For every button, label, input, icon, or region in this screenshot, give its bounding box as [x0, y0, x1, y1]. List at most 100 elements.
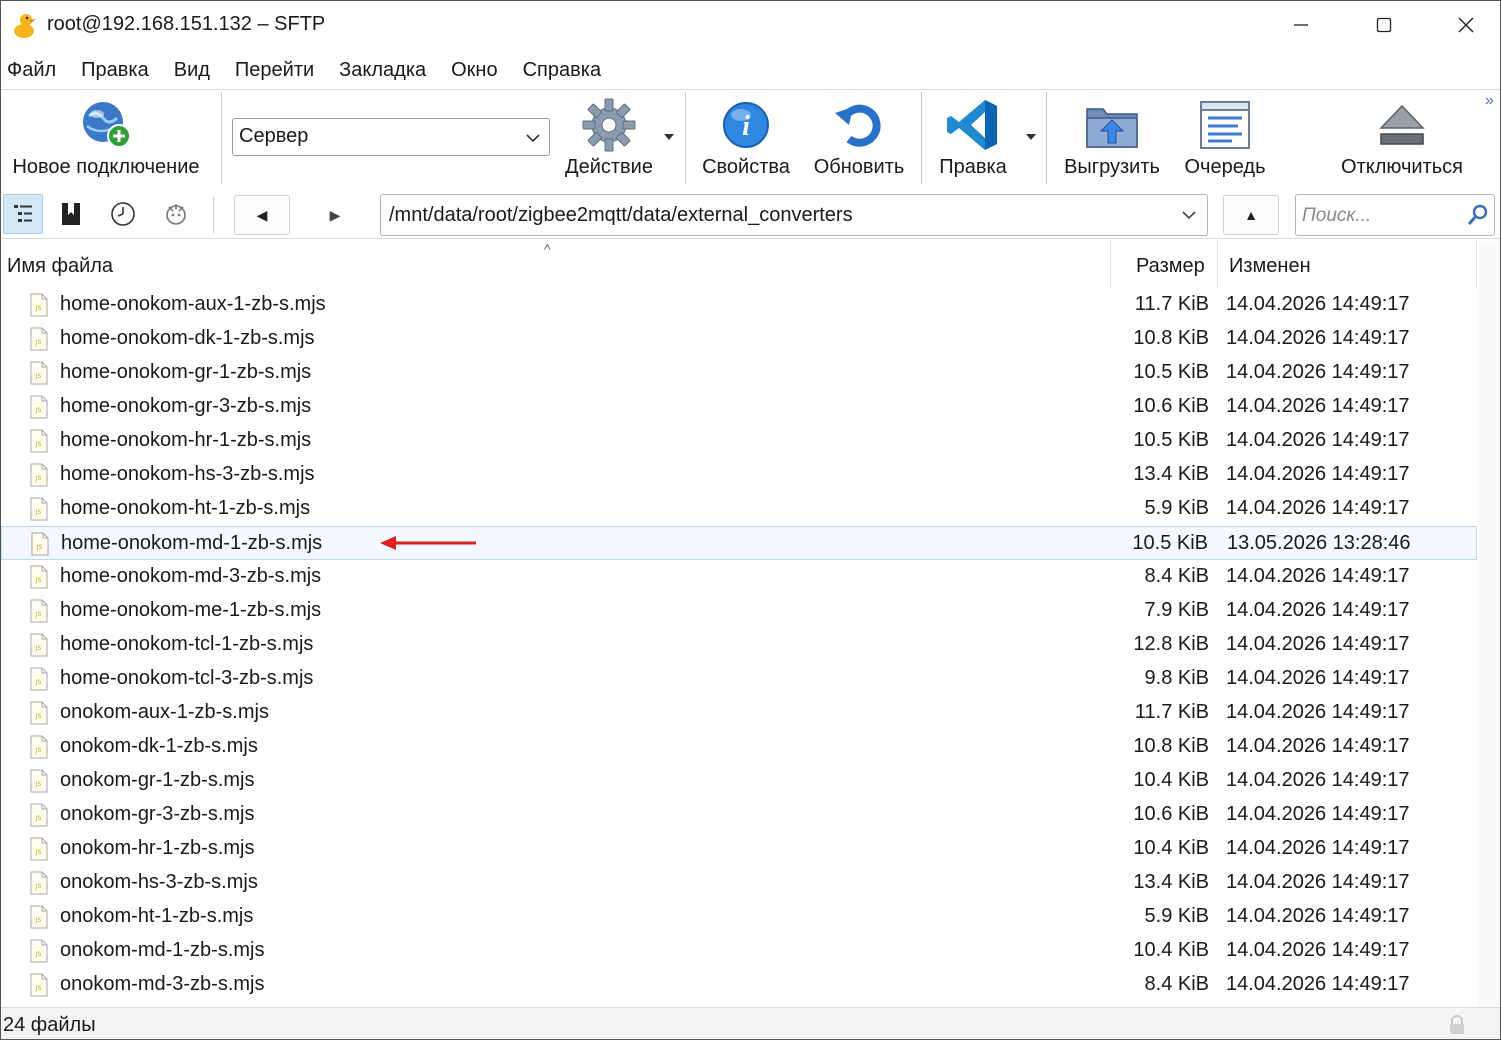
column-header-name[interactable]: Имя файла — [7, 255, 113, 278]
file-size: 10.6 KiB — [1133, 395, 1209, 417]
js-file-icon: JS — [30, 769, 48, 793]
file-modified: 14.04.2026 14:49:17 — [1226, 293, 1410, 315]
file-row[interactable]: JS home-onokom-me-1-zb-s.mjs 7.9 KiB 14.04.… — [1, 594, 1477, 628]
file-size: 10.5 KiB — [1133, 361, 1209, 383]
js-file-icon: JS — [30, 361, 48, 385]
properties-button[interactable]: i Свойства — [697, 90, 795, 186]
menu-window[interactable]: Окно — [451, 59, 497, 82]
file-row[interactable]: JS onokom-gr-3-zb-s.mjs 10.6 KiB 14.04.2026… — [1, 798, 1477, 832]
file-row[interactable]: JS home-onokom-md-3-zb-s.mjs 8.4 KiB 14.04.… — [1, 560, 1477, 594]
edit-dropdown-arrow[interactable] — [1026, 134, 1036, 140]
maximize-button[interactable] — [1343, 1, 1425, 49]
file-row[interactable]: JS onokom-gr-1-zb-s.mjs 10.4 KiB 14.04.2026… — [1, 764, 1477, 798]
file-name: home-onokom-gr-1-zb-s.mjs — [60, 361, 312, 383]
file-name: onokom-hr-1-zb-s.mjs — [60, 837, 255, 859]
file-size: 5.9 KiB — [1144, 497, 1209, 519]
new-connection-button[interactable]: Новое подключение — [3, 90, 209, 186]
upload-button[interactable]: Выгрузить — [1057, 90, 1167, 186]
refresh-button[interactable]: Обновить — [807, 90, 911, 186]
svg-text:JS: JS — [35, 713, 42, 720]
back-button[interactable]: ◀ — [234, 195, 290, 235]
action-label: Действие — [565, 156, 653, 178]
file-row[interactable]: JS home-onokom-gr-1-zb-s.mjs 10.5 KiB 14.04… — [1, 356, 1477, 390]
info-icon: i — [723, 102, 769, 148]
file-row[interactable]: JS onokom-ht-1-zb-s.mjs 5.9 KiB 14.04.2026 … — [1, 900, 1477, 934]
disconnect-button[interactable]: Отключиться — [1331, 90, 1473, 186]
back-arrow-icon: ◀ — [256, 206, 268, 223]
action-button[interactable]: Действие — [557, 90, 661, 186]
list-view-button[interactable] — [3, 194, 43, 234]
svg-text:JS: JS — [35, 407, 42, 414]
svg-text:i: i — [742, 111, 750, 142]
file-row[interactable]: JS home-onokom-aux-1-zb-s.mjs 11.7 KiB 14.0… — [1, 288, 1477, 322]
file-row[interactable]: JS home-onokom-dk-1-zb-s.mjs 10.8 KiB 14.04… — [1, 322, 1477, 356]
file-row[interactable]: JS home-onokom-gr-3-zb-s.mjs 10.6 KiB 14.04… — [1, 390, 1477, 424]
path-select[interactable]: /mnt/data/root/zigbee2mqtt/data/external… — [380, 194, 1208, 236]
menu-bookmark[interactable]: Закладка — [339, 59, 426, 82]
bonjour-view-button[interactable] — [156, 194, 196, 234]
minimize-button[interactable] — [1260, 1, 1342, 49]
search-input[interactable]: Поиск... — [1295, 194, 1495, 236]
queue-button[interactable]: Очередь — [1177, 90, 1273, 186]
column-divider[interactable] — [1217, 241, 1218, 287]
close-button[interactable] — [1425, 1, 1501, 49]
file-row[interactable]: JS onokom-md-1-zb-s.mjs 10.4 KiB 14.04.2026… — [1, 934, 1477, 968]
file-size: 13.4 KiB — [1133, 871, 1209, 893]
vertical-scrollbar[interactable] — [1478, 241, 1500, 1005]
column-divider[interactable] — [1476, 241, 1477, 287]
svg-text:JS: JS — [35, 849, 42, 856]
red-arrow-icon — [380, 536, 476, 550]
menu-go[interactable]: Перейти — [235, 59, 314, 82]
column-divider[interactable] — [1110, 241, 1111, 287]
toolbar-overflow-button[interactable]: » — [1485, 92, 1494, 110]
file-name: home-onokom-md-3-zb-s.mjs — [60, 565, 322, 587]
file-row[interactable]: JS home-onokom-tcl-3-zb-s.mjs 9.8 KiB 14.04… — [1, 662, 1477, 696]
js-file-icon: JS — [30, 803, 48, 827]
file-row[interactable]: JS home-onokom-tcl-1-zb-s.mjs 12.8 KiB 14.0… — [1, 628, 1477, 662]
file-modified: 14.04.2026 14:49:17 — [1226, 599, 1410, 621]
file-name: onokom-gr-3-zb-s.mjs — [60, 803, 255, 825]
column-header-size[interactable]: Размер — [1136, 255, 1205, 278]
parent-directory-button[interactable]: ▲ — [1223, 195, 1279, 235]
upload-folder-icon — [1086, 108, 1138, 148]
js-file-icon: JS — [30, 939, 48, 963]
bookmarks-view-button[interactable] — [51, 194, 91, 234]
server-select[interactable]: Сервер — [232, 118, 550, 156]
file-row[interactable]: JS onokom-md-3-zb-s.mjs 8.4 KiB 14.04.2026 … — [1, 968, 1477, 1002]
file-count-status: 24 файлы — [3, 1014, 96, 1036]
menu-help[interactable]: Справка — [523, 59, 601, 82]
svg-text:JS: JS — [35, 985, 42, 992]
file-row[interactable]: JS home-onokom-hs-3-zb-s.mjs 13.4 KiB 14.04… — [1, 458, 1477, 492]
up-arrow-icon: ▲ — [1244, 207, 1258, 223]
forward-button[interactable]: ▶ — [307, 195, 363, 235]
file-row[interactable]: JS onokom-hr-1-zb-s.mjs 10.4 KiB 14.04.2026… — [1, 832, 1477, 866]
search-icon — [1467, 204, 1488, 225]
column-header-modified[interactable]: Изменен — [1229, 255, 1311, 278]
eject-icon — [1379, 104, 1425, 145]
file-modified: 14.04.2026 14:49:17 — [1226, 497, 1410, 519]
lock-icon — [1450, 1015, 1464, 1034]
file-size: 10.4 KiB — [1133, 939, 1209, 961]
menu-file[interactable]: Файл — [7, 59, 56, 82]
menu-view[interactable]: Вид — [174, 59, 210, 82]
file-row[interactable]: JS home-onokom-hr-1-zb-s.mjs 10.5 KiB 14.04… — [1, 424, 1477, 458]
file-size: 10.6 KiB — [1133, 803, 1209, 825]
file-row[interactable]: JS home-onokom-md-1-zb-s.mjs 10.5 KiB 13.05… — [1, 526, 1477, 560]
file-row[interactable]: JS onokom-dk-1-zb-s.mjs 10.8 KiB 14.04.2026… — [1, 730, 1477, 764]
svg-text:JS: JS — [35, 747, 42, 754]
file-row[interactable]: JS home-onokom-ht-1-zb-s.mjs 5.9 KiB 14.04.… — [1, 492, 1477, 526]
file-modified: 14.04.2026 14:49:17 — [1226, 769, 1410, 791]
path-bar: ◀ ▶ /mnt/data/root/zigbee2mqtt/data/exte… — [1, 191, 1500, 239]
file-size: 10.5 KiB — [1133, 429, 1209, 451]
action-dropdown-arrow[interactable] — [664, 134, 674, 140]
close-icon — [1458, 17, 1474, 33]
file-row[interactable]: JS onokom-aux-1-zb-s.mjs 11.7 KiB 14.04.202… — [1, 696, 1477, 730]
history-view-button[interactable] — [103, 194, 143, 234]
menu-edit[interactable]: Правка — [81, 59, 149, 82]
js-file-icon: JS — [30, 633, 48, 657]
file-row[interactable]: JS onokom-hs-3-zb-s.mjs 13.4 KiB 14.04.2026… — [1, 866, 1477, 900]
js-file-icon: JS — [30, 905, 48, 929]
refresh-label: Обновить — [813, 156, 905, 178]
js-file-icon: JS — [30, 293, 48, 317]
edit-button[interactable]: Правка — [931, 90, 1015, 186]
